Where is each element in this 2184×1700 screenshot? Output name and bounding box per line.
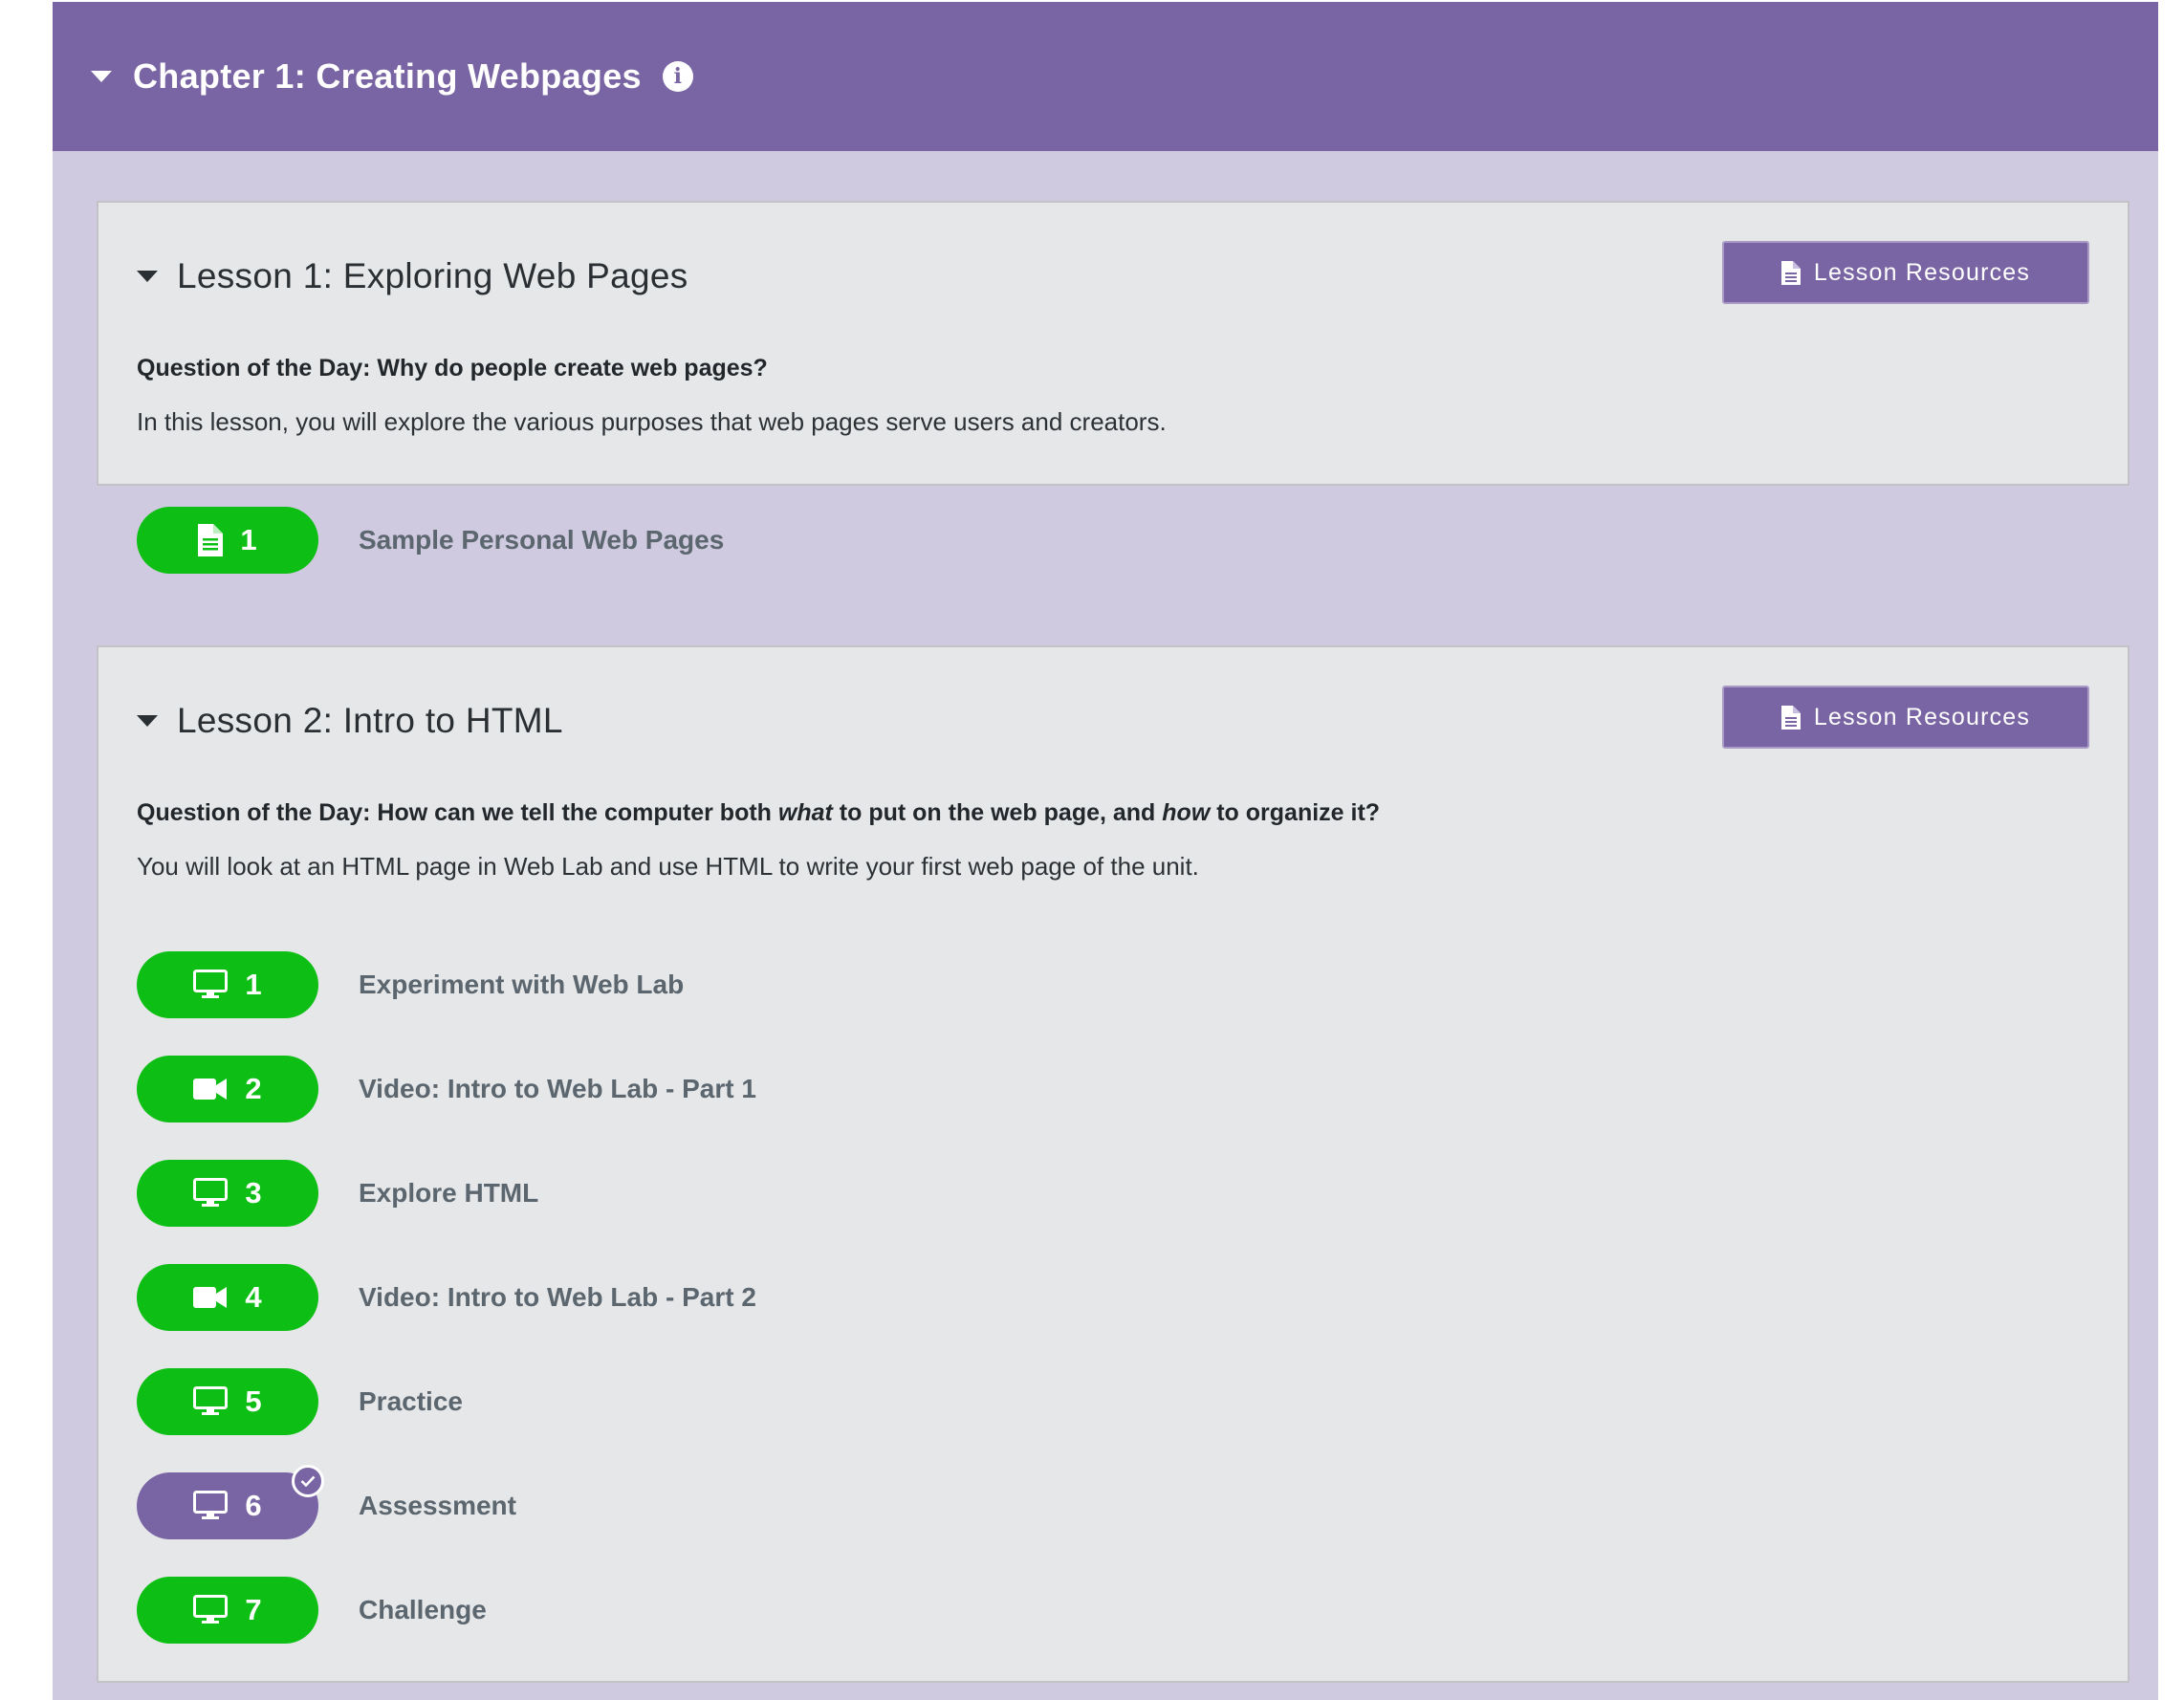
document-icon xyxy=(198,524,224,556)
checkmark-icon xyxy=(292,1465,324,1497)
lesson-card-2: Lesson 2: Intro to HTML Lesson Resources… xyxy=(97,645,2129,1683)
activity-number: 6 xyxy=(245,1489,262,1522)
activity-bubble[interactable]: 2 xyxy=(137,1056,318,1122)
activity-label[interactable]: Assessment xyxy=(359,1491,516,1521)
activity-bubble[interactable]: 7 xyxy=(137,1577,318,1644)
chapter-panel: Chapter 1: Creating Webpages i Lesson 1:… xyxy=(53,2,2158,1700)
activity-number: 1 xyxy=(245,968,262,1001)
lesson-title: Lesson 1: Exploring Web Pages xyxy=(177,256,688,295)
activity-number: 7 xyxy=(245,1593,262,1626)
question-text: to put on the web page, and xyxy=(832,799,1163,826)
activity-row: 3 Explore HTML xyxy=(137,1160,538,1227)
lesson-header[interactable]: Lesson 1: Exploring Web Pages xyxy=(137,256,688,296)
desktop-icon xyxy=(193,1595,229,1625)
lesson-title: Lesson 2: Intro to HTML xyxy=(177,701,563,740)
activity-bubble[interactable]: 5 xyxy=(137,1368,318,1435)
activity-number: 2 xyxy=(245,1072,262,1105)
activity-row: 7 Challenge xyxy=(137,1577,487,1644)
activity-number: 4 xyxy=(245,1280,262,1314)
question-text: Question of the Day: How can we tell the… xyxy=(137,799,778,826)
activity-bubble[interactable]: 6 xyxy=(137,1465,324,1539)
info-icon[interactable]: i xyxy=(662,61,693,92)
activity-label[interactable]: Experiment with Web Lab xyxy=(359,970,684,1000)
activity-bubble[interactable]: 1 xyxy=(137,951,318,1018)
video-icon xyxy=(193,1285,228,1310)
activity-bubble[interactable]: 4 xyxy=(137,1264,318,1331)
activity-bubble[interactable]: 1 xyxy=(137,507,318,574)
question-emphasis: how xyxy=(1162,799,1211,826)
activity-label[interactable]: Practice xyxy=(359,1386,463,1417)
lesson-resources-button[interactable]: Lesson Resources xyxy=(1722,241,2089,304)
chapter-title: Chapter 1: Creating Webpages xyxy=(133,56,642,96)
activity-number: 5 xyxy=(245,1384,262,1418)
activity-label[interactable]: Video: Intro to Web Lab - Part 1 xyxy=(359,1074,756,1104)
lesson-description: You will look at an HTML page in Web Lab… xyxy=(137,852,1199,881)
document-icon xyxy=(1780,705,1801,730)
activity-row: 2 Video: Intro to Web Lab - Part 1 xyxy=(137,1056,756,1122)
lesson-header[interactable]: Lesson 2: Intro to HTML xyxy=(137,701,563,741)
activity-number: 1 xyxy=(240,523,257,556)
caret-down-icon[interactable] xyxy=(137,715,158,727)
activity-row: 5 Practice xyxy=(137,1368,463,1435)
activity-row: 1 Sample Personal Web Pages xyxy=(137,507,724,574)
activity-row: 6 Assessment xyxy=(137,1465,516,1539)
caret-down-icon[interactable] xyxy=(137,271,158,282)
question-of-the-day: Question of the Day: How can we tell the… xyxy=(137,799,1380,827)
activity-label[interactable]: Video: Intro to Web Lab - Part 2 xyxy=(359,1282,756,1313)
question-emphasis: what xyxy=(777,799,833,826)
video-icon xyxy=(193,1077,228,1101)
question-of-the-day: Question of the Day: Why do people creat… xyxy=(137,355,768,381)
activity-row: 4 Video: Intro to Web Lab - Part 2 xyxy=(137,1264,756,1331)
lesson-resources-label: Lesson Resources xyxy=(1813,258,2031,286)
activity-label[interactable]: Explore HTML xyxy=(359,1178,538,1209)
lesson-resources-label: Lesson Resources xyxy=(1813,703,2031,730)
chapter-header[interactable]: Chapter 1: Creating Webpages i xyxy=(53,2,2158,151)
lesson-description: In this lesson, you will explore the var… xyxy=(137,407,1167,436)
document-icon xyxy=(1780,260,1801,285)
desktop-icon xyxy=(193,1386,229,1417)
lesson-card-1: Lesson 1: Exploring Web Pages Lesson Res… xyxy=(97,201,2129,574)
activity-label[interactable]: Challenge xyxy=(359,1595,487,1625)
activity-number: 3 xyxy=(245,1176,262,1210)
activity-row: 1 Experiment with Web Lab xyxy=(137,951,684,1018)
activity-label[interactable]: Sample Personal Web Pages xyxy=(359,525,724,556)
desktop-icon xyxy=(193,1178,229,1209)
desktop-icon xyxy=(193,970,229,1000)
question-text: to organize it? xyxy=(1210,799,1381,826)
caret-down-icon[interactable] xyxy=(91,71,112,82)
activity-bubble[interactable]: 3 xyxy=(137,1160,318,1227)
lesson-resources-button[interactable]: Lesson Resources xyxy=(1722,686,2089,749)
desktop-icon xyxy=(193,1491,229,1521)
